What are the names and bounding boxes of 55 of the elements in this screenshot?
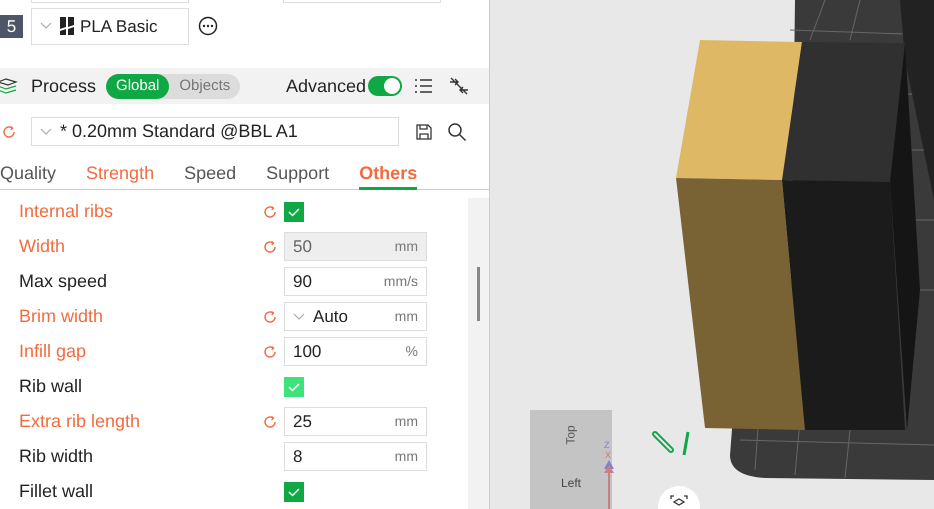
cube-face-label: Top [563, 425, 579, 445]
filament-index: 5 [0, 14, 23, 38]
settings-tab[interactable]: Quality [0, 159, 56, 190]
filament-dropdown[interactable]: PLA Basic [31, 8, 189, 45]
layers-icon [0, 78, 18, 94]
input-field[interactable]: 25 mm [284, 407, 427, 436]
wiper-icon [652, 430, 692, 457]
save-icon[interactable] [415, 122, 433, 141]
unit-label: mm [394, 237, 418, 256]
reset-icon[interactable] [262, 344, 278, 360]
chevron-icon [40, 128, 52, 136]
checkbox[interactable] [284, 482, 304, 502]
reset-icon[interactable] [262, 308, 278, 324]
advanced-toggle[interactable] [368, 76, 402, 96]
checkbox[interactable] [284, 202, 304, 222]
input-field[interactable]: 100 % [284, 337, 427, 366]
cube-icon [669, 494, 689, 508]
compare-icon[interactable] [449, 76, 469, 96]
search-icon[interactable] [447, 122, 467, 142]
unit-label: mm [394, 412, 418, 431]
option-label: Internal ribs [19, 200, 114, 223]
chevron-icon [293, 312, 305, 320]
advanced-label: Advanced [286, 74, 366, 98]
option-label: Infill gap [19, 340, 88, 363]
dropdown-field[interactable]: Auto mm [284, 302, 427, 331]
unit-label: % [406, 342, 418, 361]
scrollbar[interactable] [468, 198, 489, 509]
more-icon[interactable] [198, 16, 218, 36]
reset-icon[interactable] [1, 124, 17, 140]
reset-icon[interactable] [262, 414, 278, 430]
option-label: Rib width [19, 445, 94, 468]
preset-dropdown[interactable]: * 0.20mm Standard @BBL A1 [31, 117, 399, 146]
option-label: Width [19, 235, 66, 258]
cube-face-label: Left [560, 475, 581, 492]
axis-arrow-icon [603, 460, 615, 509]
chevron-icon [40, 22, 52, 30]
section-title: Process [31, 74, 96, 98]
reset-icon[interactable] [262, 204, 278, 220]
logo-icon [60, 17, 74, 36]
input-field[interactable]: 90 mm/s [284, 267, 427, 296]
option-label: Brim width [19, 305, 104, 328]
option-label: Extra rib length [19, 410, 142, 433]
unit-label: mm [394, 307, 418, 326]
option-label: Max speed [19, 270, 108, 293]
list-icon[interactable] [414, 78, 434, 94]
option-label: Fillet wall [19, 480, 94, 503]
reset-icon[interactable] [262, 238, 278, 254]
settings-tab[interactable]: Support [266, 159, 330, 190]
unit-label: mm [394, 447, 418, 466]
settings-tab[interactable]: Speed [184, 159, 236, 190]
unit-label: mm/s [384, 272, 418, 291]
option-label: Rib wall [19, 375, 84, 398]
axis-label: Z [604, 441, 610, 450]
axis-label: X [605, 451, 612, 460]
input-field[interactable]: 8 mm [284, 442, 427, 471]
